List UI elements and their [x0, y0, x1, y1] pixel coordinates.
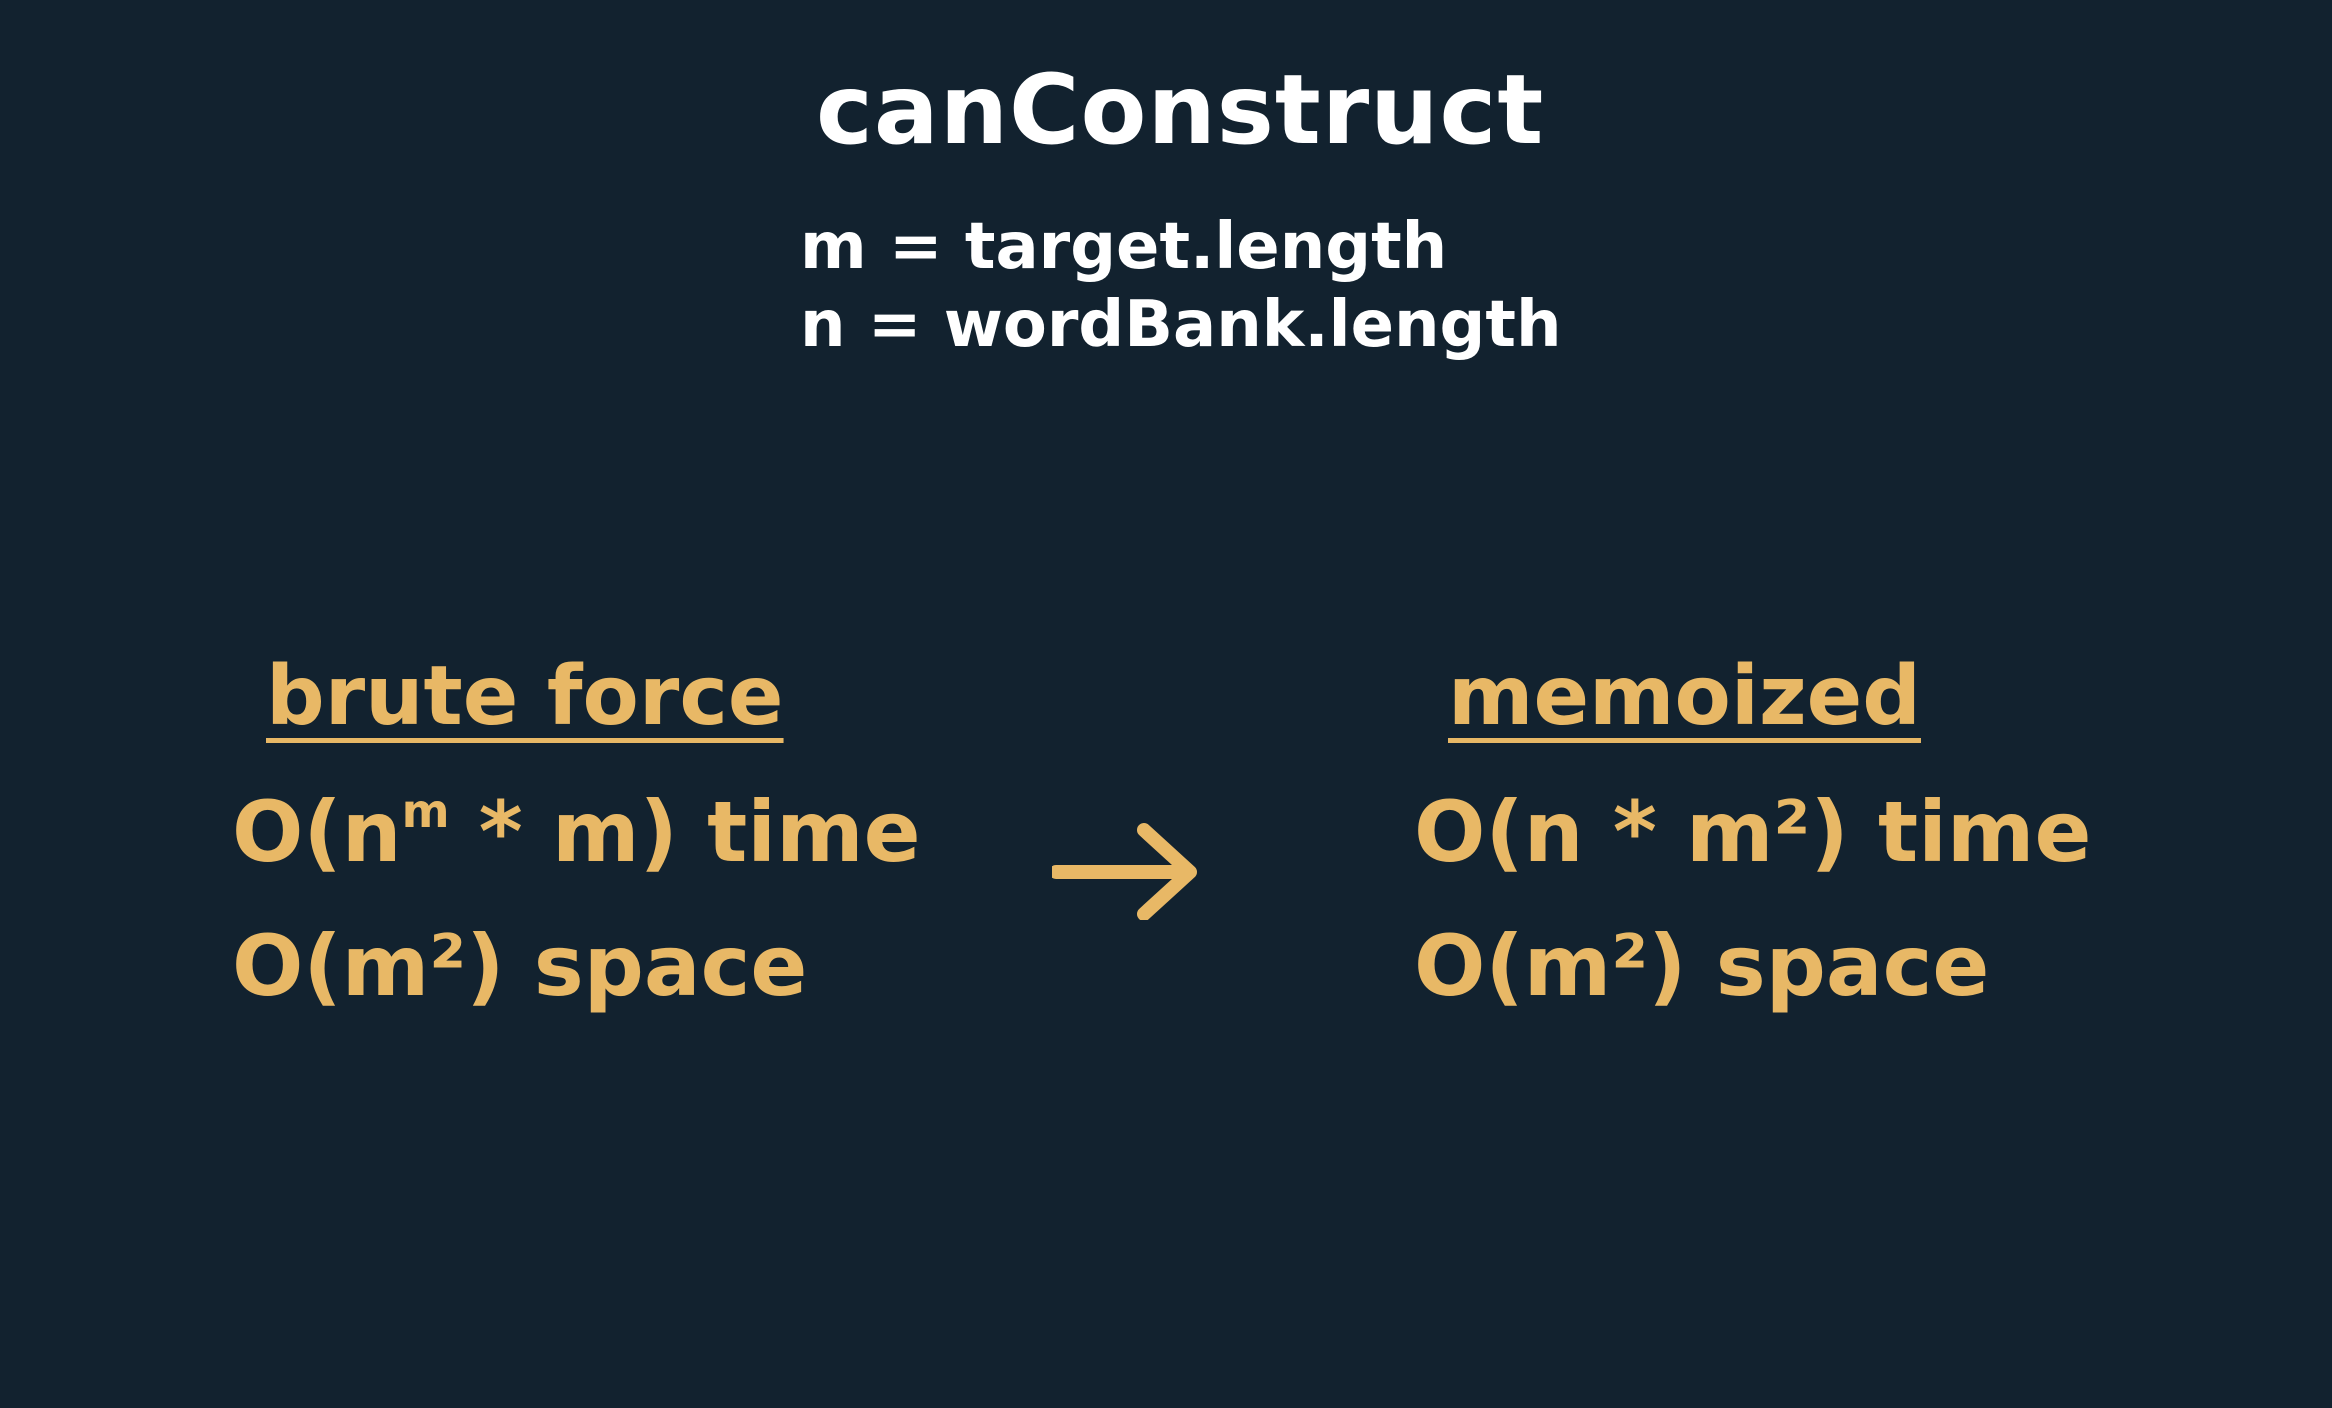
definition-m: m = target.length	[800, 210, 1448, 284]
brute-force-column: brute force O(nm * m) time O(m²) space	[232, 649, 921, 1015]
slide-title: canConstruct	[816, 54, 1545, 166]
brute-force-time-exponent: m	[401, 784, 450, 838]
memoized-time: O(n * m²) time	[1414, 783, 2092, 881]
slide: canConstruct m = target.length n = wordB…	[0, 0, 2332, 1408]
variable-definitions: m = target.length n = wordBank.length	[800, 208, 1562, 364]
definition-n: n = wordBank.length	[800, 288, 1562, 362]
brute-force-heading: brute force	[266, 649, 784, 744]
memoized-space: O(m²) space	[1414, 917, 1990, 1015]
brute-force-time: O(nm * m) time	[232, 788, 921, 874]
memoized-heading: memoized	[1448, 649, 1921, 744]
brute-force-time-prefix: O(n	[232, 783, 402, 881]
brute-force-space: O(m²) space	[232, 917, 808, 1015]
right-arrow-icon	[1052, 823, 1197, 920]
brute-force-time-suffix: * m) time	[449, 783, 921, 881]
memoized-column: memoized O(n * m²) time O(m²) space	[1414, 649, 2092, 1015]
